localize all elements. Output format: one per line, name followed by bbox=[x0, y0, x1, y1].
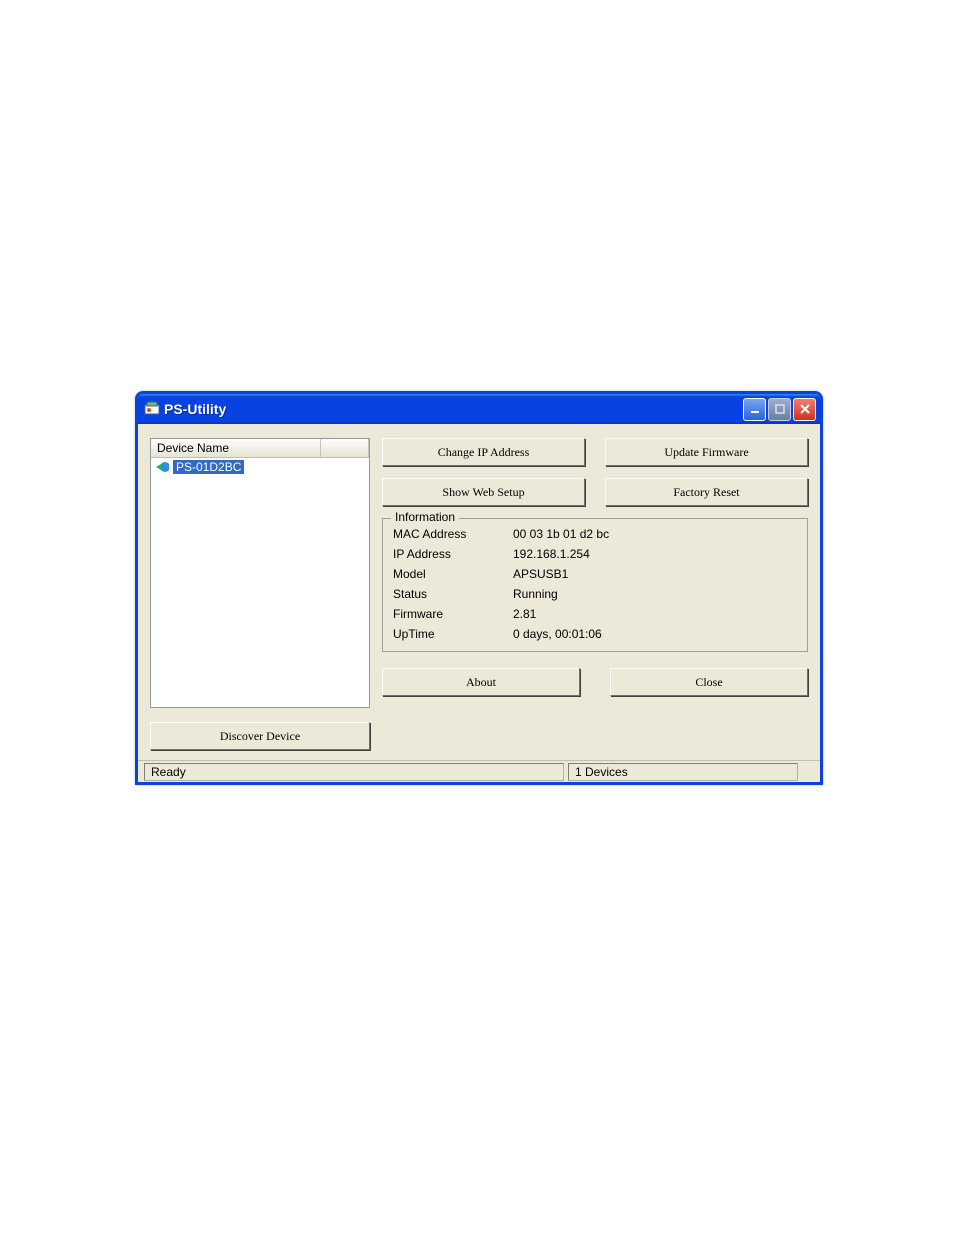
discover-device-button[interactable]: Discover Device bbox=[150, 722, 370, 750]
status-label: Status bbox=[393, 587, 513, 601]
header-device-name[interactable]: Device Name bbox=[151, 439, 321, 457]
device-name-label: PS-01D2BC bbox=[173, 460, 244, 474]
list-item[interactable]: PS-01D2BC bbox=[151, 458, 369, 476]
update-firmware-button[interactable]: Update Firmware bbox=[605, 438, 808, 466]
factory-reset-button[interactable]: Factory Reset bbox=[605, 478, 808, 506]
firmware-label: Firmware bbox=[393, 607, 513, 621]
minimize-button[interactable] bbox=[743, 398, 766, 421]
info-grid: MAC Address 00 03 1b 01 d2 bc IP Address… bbox=[393, 527, 797, 641]
right-column: Change IP Address Update Firmware Show W… bbox=[382, 438, 808, 750]
firmware-value: 2.81 bbox=[513, 607, 797, 621]
button-row-2: Show Web Setup Factory Reset bbox=[382, 478, 808, 506]
uptime-label: UpTime bbox=[393, 627, 513, 641]
close-button[interactable] bbox=[793, 398, 816, 421]
client-area: Device Name PS-01D2BC Discover Device Ch… bbox=[138, 424, 820, 750]
discover-row: Discover Device bbox=[150, 722, 370, 750]
mac-value: 00 03 1b 01 d2 bc bbox=[513, 527, 797, 541]
show-web-setup-button[interactable]: Show Web Setup bbox=[382, 478, 585, 506]
app-window: PS-Utility Device Name PS-01D2BC bbox=[135, 391, 823, 785]
status-bar: Ready 1 Devices bbox=[138, 760, 820, 782]
model-value: APSUSB1 bbox=[513, 567, 797, 581]
ip-value: 192.168.1.254 bbox=[513, 547, 797, 561]
bottom-button-row: About Close bbox=[382, 668, 808, 696]
device-icon bbox=[155, 461, 173, 473]
model-label: Model bbox=[393, 567, 513, 581]
window-title: PS-Utility bbox=[164, 401, 743, 417]
ip-label: IP Address bbox=[393, 547, 513, 561]
status-value: Running bbox=[513, 587, 797, 601]
left-column: Device Name PS-01D2BC Discover Device bbox=[150, 438, 370, 750]
change-ip-button[interactable]: Change IP Address bbox=[382, 438, 585, 466]
button-row-1: Change IP Address Update Firmware bbox=[382, 438, 808, 466]
window-controls bbox=[743, 398, 816, 421]
status-left: Ready bbox=[144, 763, 564, 781]
maximize-button bbox=[768, 398, 791, 421]
about-button[interactable]: About bbox=[382, 668, 580, 696]
mac-label: MAC Address bbox=[393, 527, 513, 541]
status-right: 1 Devices bbox=[568, 763, 798, 781]
close-app-button[interactable]: Close bbox=[610, 668, 808, 696]
app-icon bbox=[144, 401, 160, 417]
header-blank[interactable] bbox=[321, 439, 369, 457]
device-list[interactable]: Device Name PS-01D2BC bbox=[150, 438, 370, 708]
list-header[interactable]: Device Name bbox=[151, 439, 369, 458]
titlebar[interactable]: PS-Utility bbox=[138, 394, 820, 424]
information-group: Information MAC Address 00 03 1b 01 d2 b… bbox=[382, 518, 808, 652]
group-legend: Information bbox=[391, 510, 459, 524]
uptime-value: 0 days, 00:01:06 bbox=[513, 627, 797, 641]
